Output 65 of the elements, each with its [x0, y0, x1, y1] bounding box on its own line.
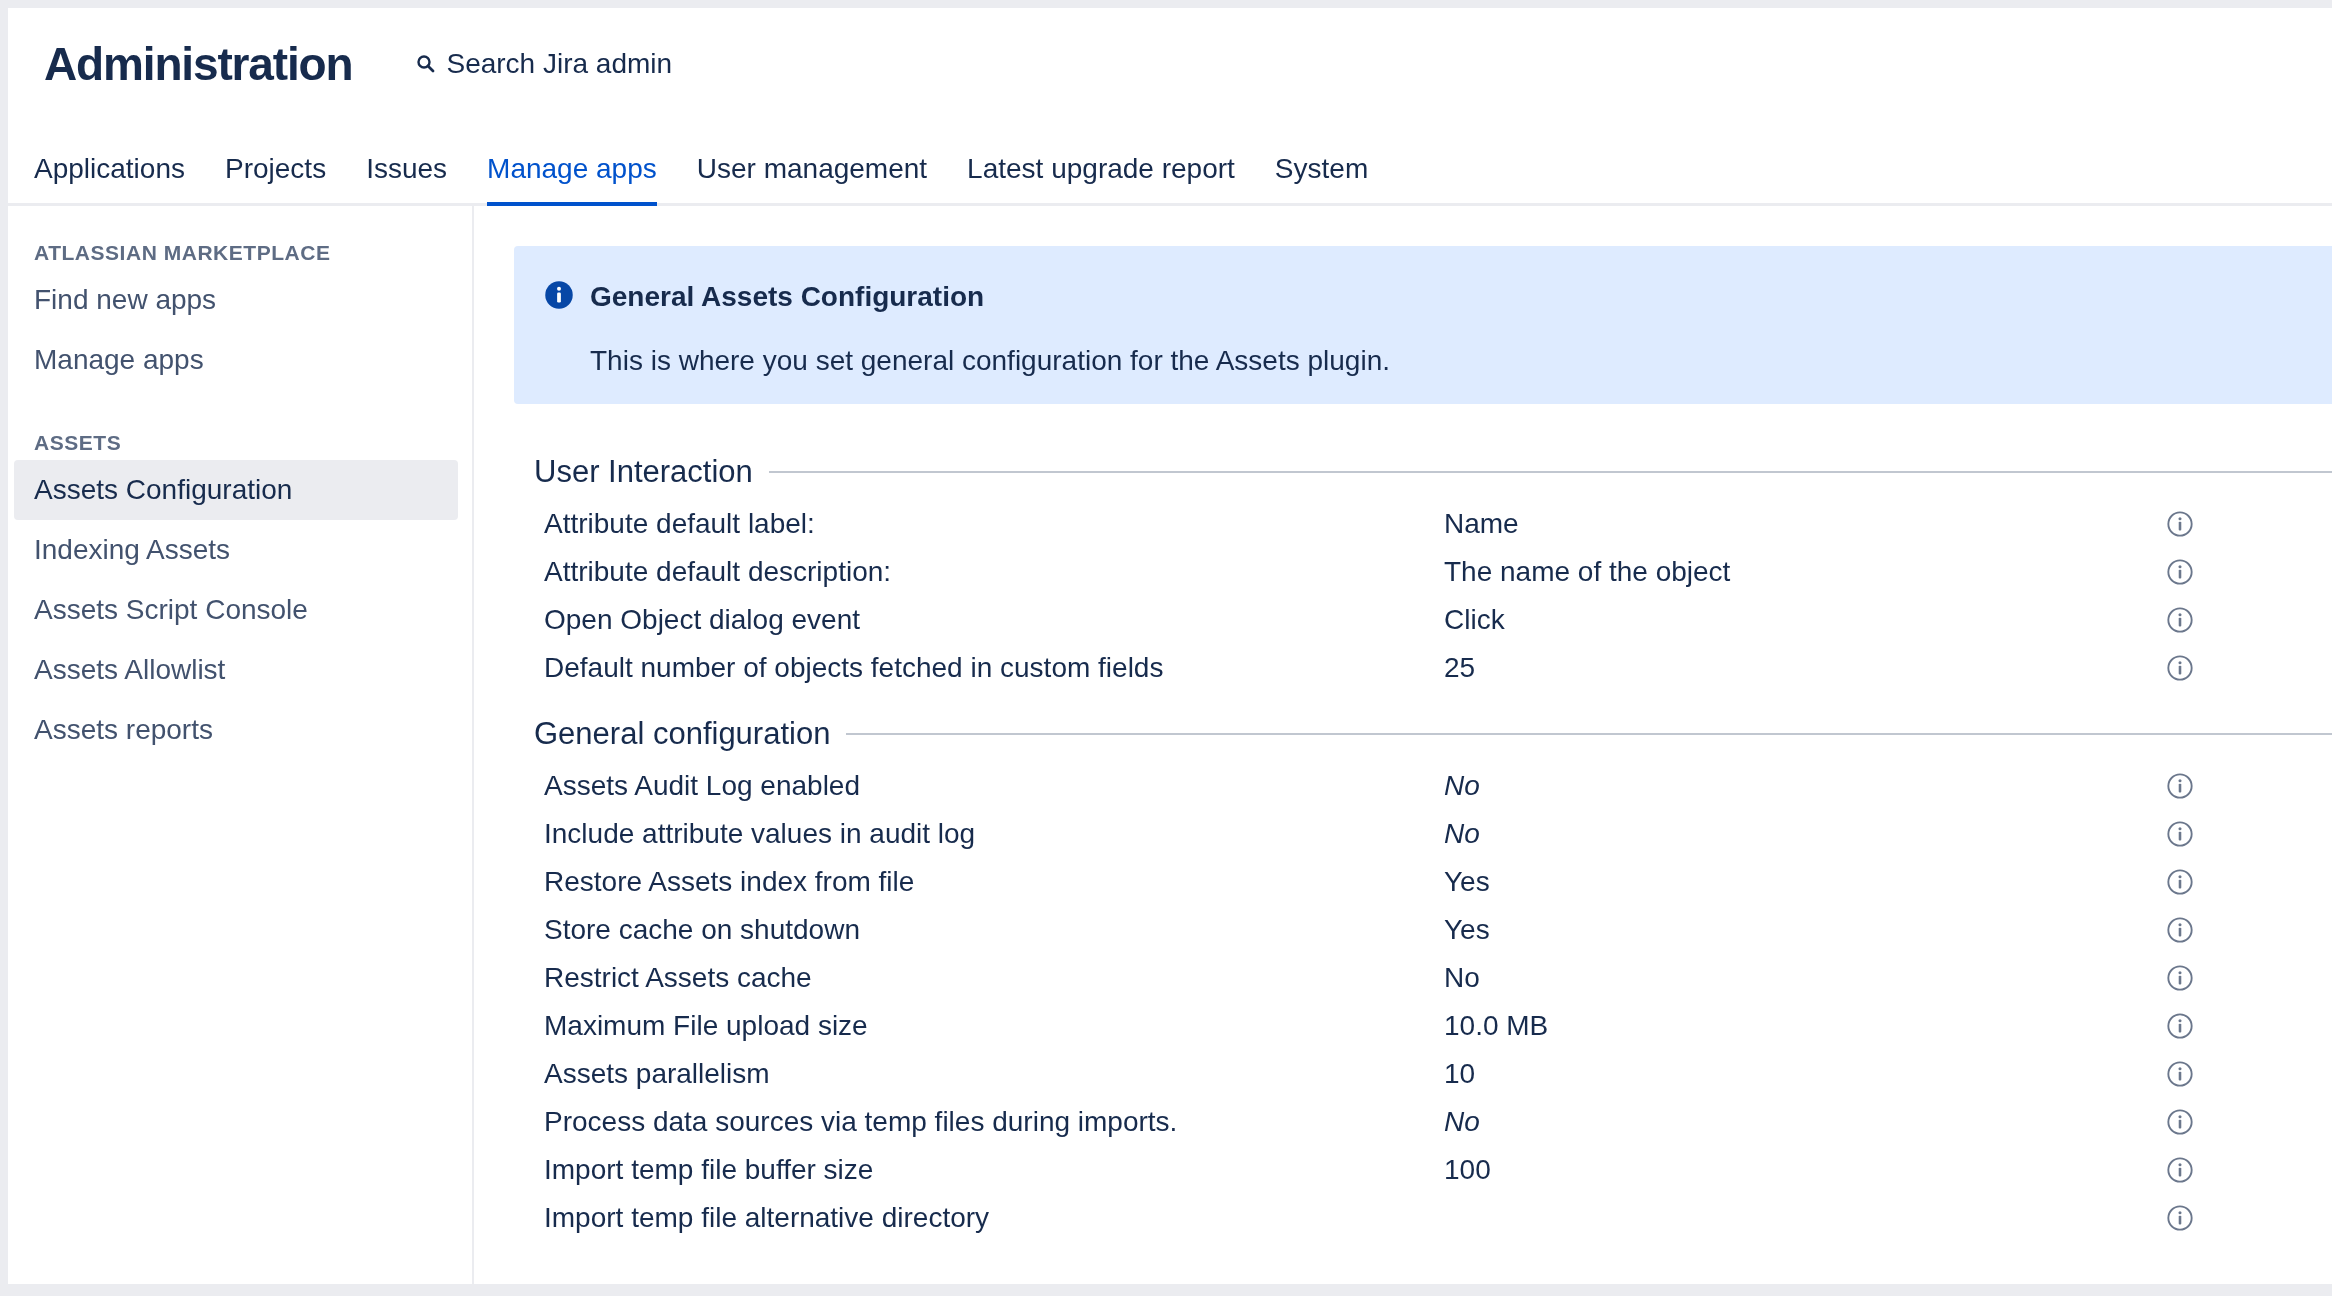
setting-label: Import temp file buffer size: [544, 1153, 875, 1187]
setting-label: Open Object dialog event: [544, 603, 861, 637]
setting-value: Yes: [1444, 914, 1490, 945]
setting-label: Import temp file alternative directory: [544, 1201, 991, 1235]
setting-value: 10.0 MB: [1444, 1010, 1549, 1041]
setting-value: 25: [1444, 652, 1476, 683]
info-icon[interactable]: [2166, 820, 2194, 848]
nav-tab[interactable]: Projects: [225, 148, 327, 206]
setting-value: The name of the object: [1444, 556, 1731, 587]
search-field[interactable]: Search Jira admin: [446, 43, 747, 85]
setting-label: Default number of objects fetched in custom fields: [544, 651, 1165, 685]
info-icon[interactable]: [2166, 964, 2194, 992]
setting-value: Click: [1444, 604, 1505, 635]
info-icon: [544, 280, 574, 310]
setting-label: Restrict Assets cache: [544, 961, 813, 995]
setting-label: Include attribute values in audit log: [544, 817, 977, 851]
setting-value: No: [1444, 1106, 1480, 1137]
sidebar-item[interactable]: Assets Allowlist: [14, 640, 458, 700]
setting-value: Yes: [1444, 866, 1490, 897]
info-icon[interactable]: [2166, 1108, 2194, 1136]
section-heading: General configuration: [534, 714, 831, 753]
sidebar-heading: ASSETS: [33, 430, 123, 457]
setting-label: Attribute default label:: [544, 507, 816, 541]
setting-label: Process data sources via temp files during imports.: [544, 1105, 1179, 1139]
nav-tab[interactable]: Latest upgrade report: [967, 148, 1235, 206]
info-icon[interactable]: [2166, 868, 2194, 896]
sidebar-item[interactable]: Assets reports: [14, 700, 458, 760]
page-title: Administration: [44, 36, 353, 92]
info-icon[interactable]: [2166, 1204, 2194, 1232]
banner-title: General Assets Configuration: [590, 280, 986, 314]
info-icon[interactable]: [2166, 1012, 2194, 1040]
sidebar-item[interactable]: Find new apps: [14, 270, 458, 330]
nav-tab[interactable]: User management: [696, 148, 928, 206]
info-icon[interactable]: [2166, 510, 2194, 538]
setting-label: Restore Assets index from file: [544, 865, 916, 899]
setting-value: 100: [1444, 1154, 1491, 1185]
setting-label: Assets Audit Log enabled: [544, 769, 861, 803]
setting-value: No: [1444, 962, 1480, 993]
section-heading: User Interaction: [534, 452, 753, 491]
setting-label: Assets parallelism: [544, 1057, 771, 1091]
setting-label: Maximum File upload size: [544, 1009, 869, 1043]
info-icon[interactable]: [2166, 1156, 2194, 1184]
sidebar-item[interactable]: Assets Configuration: [14, 460, 458, 520]
nav-tab[interactable]: Issues: [366, 148, 448, 206]
sidebar-heading: ATLASSIAN MARKETPLACE: [33, 240, 332, 267]
setting-value: No: [1444, 818, 1480, 849]
nav-tab[interactable]: Manage apps: [487, 148, 657, 206]
setting-value: Name: [1444, 508, 1519, 539]
info-icon[interactable]: [2166, 654, 2194, 682]
search-icon: [416, 54, 437, 74]
setting-value: 10: [1444, 1058, 1476, 1089]
sidebar-item[interactable]: Indexing Assets: [14, 520, 458, 580]
setting-value: No: [1444, 770, 1480, 801]
info-icon[interactable]: [2166, 606, 2194, 634]
setting-label: Store cache on shutdown: [544, 913, 861, 947]
info-icon[interactable]: [2166, 1060, 2194, 1088]
banner-message: This is where you set general configuration for the Assets plugin.: [590, 344, 1390, 378]
sidebar-item[interactable]: Manage apps: [14, 330, 458, 390]
sidebar-item[interactable]: Assets Script Console: [14, 580, 458, 640]
nav-tab[interactable]: System: [1274, 148, 1369, 206]
nav-tab[interactable]: Applications: [34, 148, 185, 206]
info-icon[interactable]: [2166, 772, 2194, 800]
info-icon[interactable]: [2166, 558, 2194, 586]
info-icon[interactable]: [2166, 916, 2194, 944]
setting-label: Attribute default description:: [544, 555, 893, 589]
